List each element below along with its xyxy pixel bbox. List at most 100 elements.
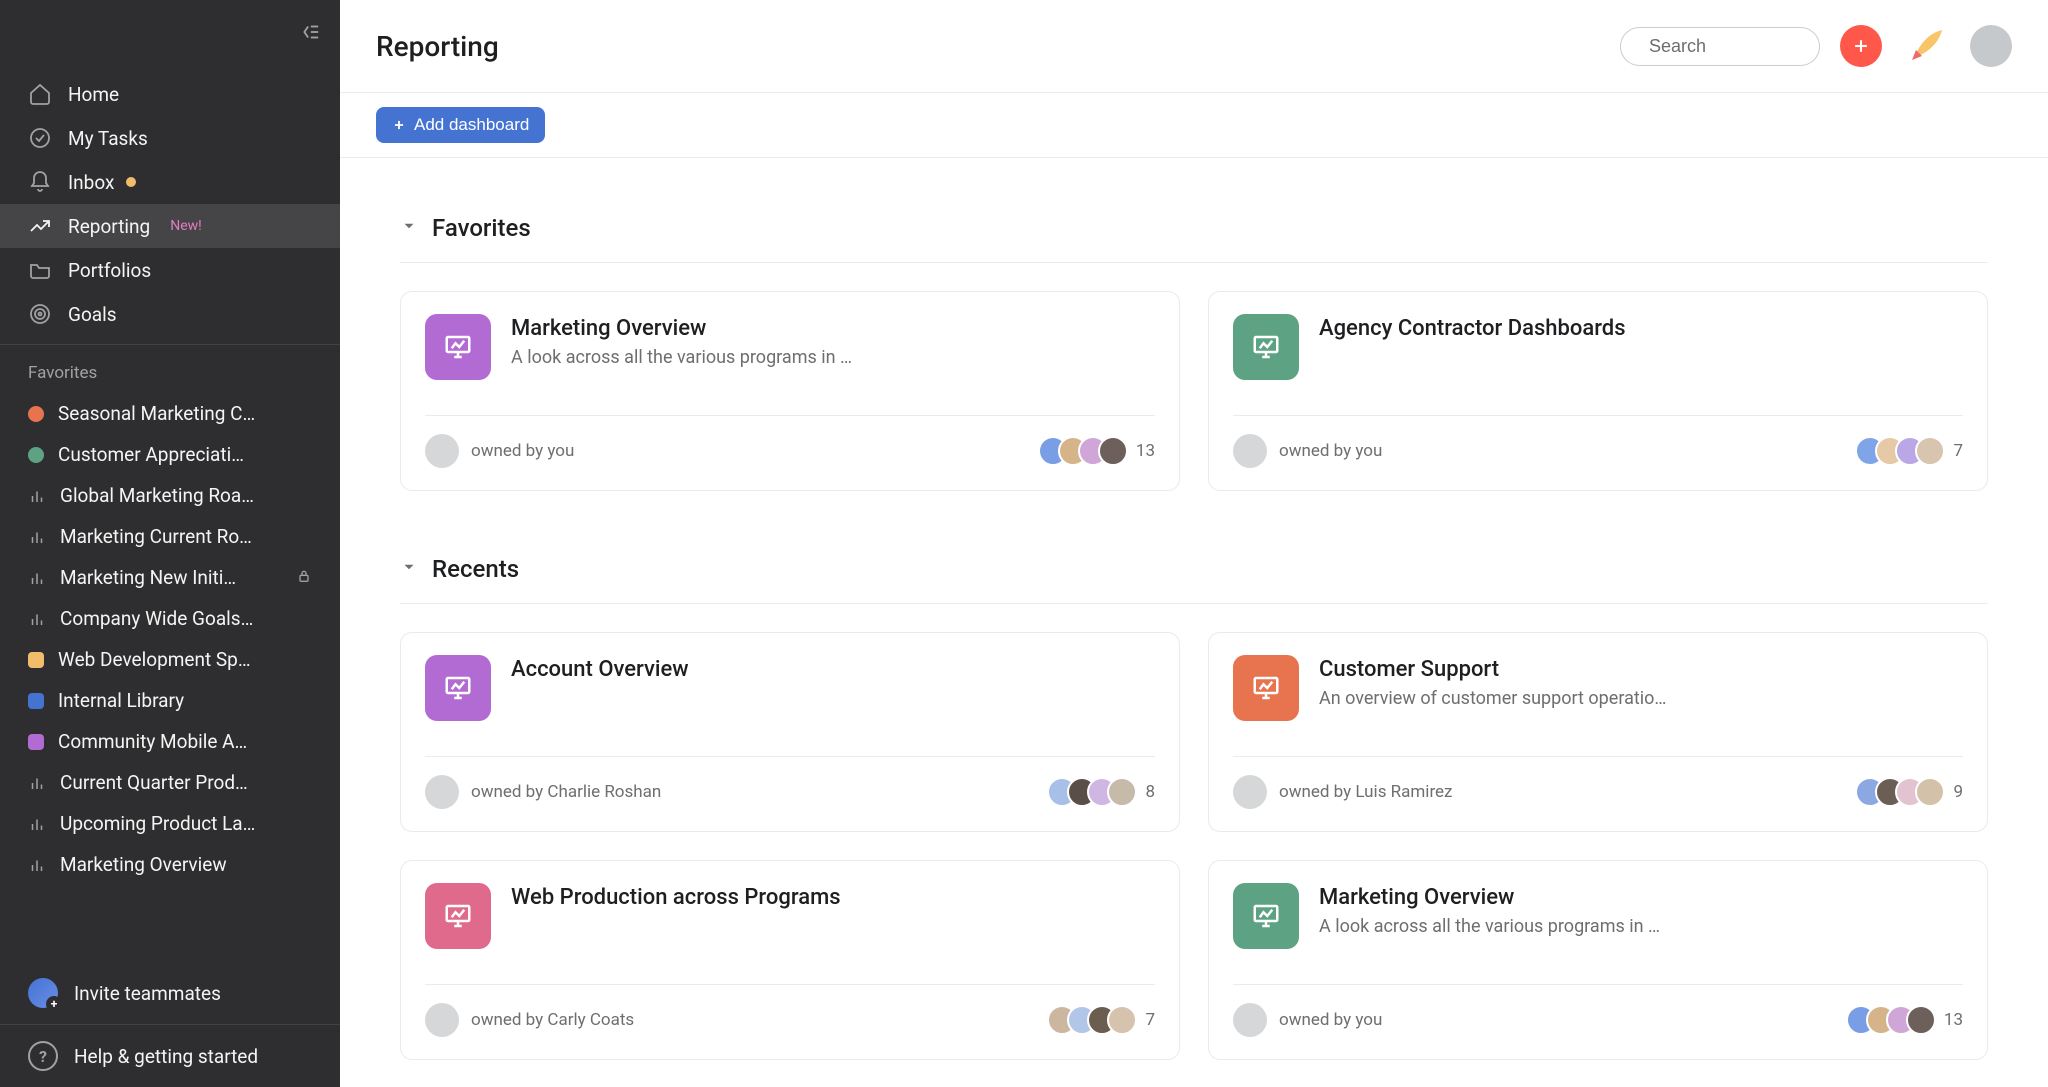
nav-portfolios[interactable]: Portfolios: [0, 248, 340, 292]
dashboard-card[interactable]: Agency Contractor Dashboards owned by yo…: [1208, 291, 1988, 491]
sidebar-project-item[interactable]: Customer Appreciati…: [0, 434, 340, 475]
bar-chart-icon: [28, 774, 46, 792]
caret-down-icon: [400, 217, 418, 235]
collaborator-avatar: [1906, 1005, 1936, 1035]
sidebar-project-item[interactable]: Current Quarter Prod…: [0, 762, 340, 803]
check-circle-icon: [28, 126, 52, 150]
section-collapse-toggle[interactable]: [400, 558, 418, 580]
collaborator-stack: [1846, 1005, 1936, 1035]
dashboard-icon: [1233, 314, 1299, 380]
upgrade-icon[interactable]: [1902, 22, 1950, 70]
project-label: Seasonal Marketing C…: [58, 402, 312, 425]
user-avatar[interactable]: [1970, 25, 2012, 67]
help-button[interactable]: ? Help & getting started: [0, 1025, 340, 1087]
inbox-unread-indicator-icon: [126, 177, 136, 187]
dashboard-title: Marketing Overview: [511, 316, 852, 341]
dashboard-card[interactable]: Web Production across Programs owned by …: [400, 860, 1180, 1060]
bar-chart-icon: [28, 487, 46, 505]
project-label: Web Development Sp…: [58, 648, 312, 671]
owner-text: owned by you: [1279, 441, 1382, 461]
dashboard-title: Customer Support: [1319, 657, 1666, 682]
dashboard-title: Account Overview: [511, 657, 689, 682]
project-label: Internal Library: [58, 689, 312, 712]
dashboard-title: Marketing Overview: [1319, 885, 1660, 910]
bar-chart-icon: [28, 528, 46, 546]
collaborator-count: 8: [1145, 782, 1155, 802]
dashboard-subtitle: A look across all the various programs i…: [511, 347, 852, 368]
owner-avatar: [1233, 434, 1267, 468]
project-label: Global Marketing Roa…: [60, 484, 312, 507]
collaborator-avatar: [1107, 1005, 1137, 1035]
nav-my-tasks[interactable]: My Tasks: [0, 116, 340, 160]
bar-chart-icon: [28, 569, 46, 587]
dashboard-card[interactable]: Account Overview owned by Charlie Roshan…: [400, 632, 1180, 832]
card-grid: Account Overview owned by Charlie Roshan…: [400, 632, 1988, 1060]
invite-teammates-button[interactable]: Invite teammates: [0, 962, 340, 1024]
section-title: Recents: [432, 555, 519, 583]
collaborator-stack: [1047, 777, 1137, 807]
dashboard-card[interactable]: Marketing Overview A look across all the…: [1208, 860, 1988, 1060]
plus-icon: [1851, 36, 1871, 56]
card-grid: Marketing Overview A look across all the…: [400, 291, 1988, 491]
trend-icon: [28, 214, 52, 238]
project-label: Marketing Overview: [60, 853, 312, 876]
project-label: Community Mobile A…: [58, 730, 312, 753]
dashboard-icon: [1233, 655, 1299, 721]
nav-reporting-label: Reporting: [68, 215, 150, 238]
sidebar-project-item[interactable]: Internal Library: [0, 680, 340, 721]
owner-avatar: [1233, 1003, 1267, 1037]
target-icon: [28, 302, 52, 326]
sidebar: Home My Tasks Inbox Reporting New!: [0, 0, 340, 1087]
nav-reporting[interactable]: Reporting New!: [0, 204, 340, 248]
home-icon: [28, 82, 52, 106]
nav-home[interactable]: Home: [0, 72, 340, 116]
owner-text: owned by you: [1279, 1010, 1382, 1030]
project-color-icon: [28, 693, 44, 709]
add-dashboard-button[interactable]: Add dashboard: [376, 107, 545, 143]
sidebar-project-item[interactable]: Marketing Overview: [0, 844, 340, 885]
sidebar-project-item[interactable]: Upcoming Product La…: [0, 803, 340, 844]
sidebar-project-item[interactable]: Global Marketing Roa…: [0, 475, 340, 516]
nav-inbox-label: Inbox: [68, 171, 114, 194]
sidebar-project-item[interactable]: Web Development Sp…: [0, 639, 340, 680]
collaborator-avatar: [1915, 436, 1945, 466]
nav-goals[interactable]: Goals: [0, 292, 340, 336]
nav-my-tasks-label: My Tasks: [68, 127, 148, 150]
nav-inbox[interactable]: Inbox: [0, 160, 340, 204]
invite-label: Invite teammates: [74, 982, 221, 1005]
bar-chart-icon: [28, 856, 46, 874]
nav-goals-label: Goals: [68, 303, 117, 326]
dashboard-icon: [425, 314, 491, 380]
project-label: Current Quarter Prod…: [60, 771, 312, 794]
section-header: Favorites: [400, 194, 1988, 263]
sidebar-project-item[interactable]: Company Wide Goals…: [0, 598, 340, 639]
search-box[interactable]: [1620, 27, 1820, 66]
card-footer: owned by Charlie Roshan 8: [425, 756, 1155, 809]
page-title: Reporting: [376, 30, 1600, 63]
sidebar-collapse-button[interactable]: [298, 21, 320, 43]
collaborator-count: 7: [1145, 1010, 1155, 1030]
card-footer: owned by you 13: [425, 415, 1155, 468]
sidebar-favorites-header[interactable]: Favorites: [0, 345, 340, 393]
sidebar-project-item[interactable]: Marketing Current Ro…: [0, 516, 340, 557]
section-collapse-toggle[interactable]: [400, 217, 418, 239]
section-title: Favorites: [432, 214, 531, 242]
new-badge: New!: [170, 218, 202, 234]
content: Favorites Marketing Overview A look acro…: [340, 158, 2048, 1087]
card-footer: owned by you 7: [1233, 415, 1963, 468]
sidebar-project-item[interactable]: Seasonal Marketing C…: [0, 393, 340, 434]
dashboard-icon: [1233, 883, 1299, 949]
sidebar-project-item[interactable]: Marketing New Initi…: [0, 557, 340, 598]
dashboard-card[interactable]: Customer Support An overview of customer…: [1208, 632, 1988, 832]
lock-icon: [296, 566, 312, 589]
project-color-icon: [28, 734, 44, 750]
dashboard-title: Web Production across Programs: [511, 885, 841, 910]
collaborator-count: 7: [1953, 441, 1963, 461]
card-footer: owned by Luis Ramirez 9: [1233, 756, 1963, 809]
dashboard-card[interactable]: Marketing Overview A look across all the…: [400, 291, 1180, 491]
sidebar-project-item[interactable]: Community Mobile A…: [0, 721, 340, 762]
primary-nav: Home My Tasks Inbox Reporting New!: [0, 64, 340, 344]
project-label: Marketing Current Ro…: [60, 525, 312, 548]
sidebar-project-list: Seasonal Marketing C… Customer Appreciati…: [0, 393, 340, 885]
omni-add-button[interactable]: [1840, 25, 1882, 67]
